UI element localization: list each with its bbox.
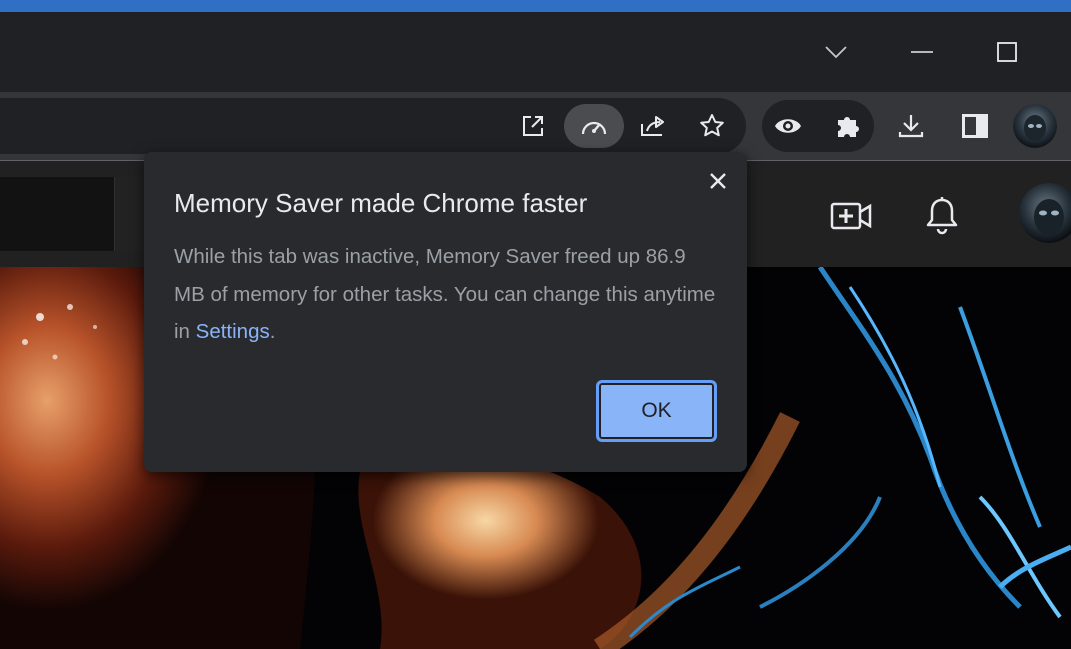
extensions-button[interactable] bbox=[826, 104, 870, 148]
side-panel-button[interactable] bbox=[953, 104, 997, 148]
open-in-new-icon bbox=[523, 116, 543, 136]
minimize-icon bbox=[911, 51, 933, 53]
extensions-pill bbox=[762, 100, 874, 152]
title-bar bbox=[0, 12, 1071, 92]
address-bar[interactable] bbox=[0, 98, 746, 154]
video-add-icon bbox=[830, 202, 872, 230]
eye-icon bbox=[775, 119, 801, 133]
tab-search-button[interactable] bbox=[808, 24, 864, 80]
dialog-title: Memory Saver made Chrome faster bbox=[174, 188, 588, 218]
notifications-button[interactable] bbox=[917, 191, 967, 241]
dialog-message: While this tab was inactive, Memory Save… bbox=[174, 238, 719, 351]
open-in-new-button[interactable] bbox=[511, 104, 555, 148]
downloads-button[interactable] bbox=[889, 104, 933, 148]
eye-extension-button[interactable] bbox=[766, 104, 810, 148]
maximize-icon bbox=[997, 42, 1017, 62]
dialog-message-end: . bbox=[269, 320, 276, 343]
settings-link[interactable]: Settings bbox=[196, 320, 270, 343]
bookmark-button[interactable] bbox=[690, 104, 734, 148]
extensions-puzzle-icon bbox=[838, 117, 859, 137]
chevron-down-icon bbox=[825, 46, 847, 59]
dialog-close-button[interactable] bbox=[703, 166, 733, 196]
create-video-button[interactable] bbox=[826, 191, 876, 241]
browser-toolbar bbox=[0, 92, 1071, 160]
bookmark-star-icon bbox=[700, 114, 724, 137]
share-icon bbox=[641, 116, 664, 136]
user-avatar-icon bbox=[1019, 183, 1071, 243]
bell-icon bbox=[926, 197, 958, 235]
memory-saver-icon bbox=[581, 121, 607, 135]
memory-saver-button[interactable] bbox=[564, 104, 624, 148]
minimize-button[interactable] bbox=[894, 24, 950, 80]
side-panel-icon bbox=[962, 114, 988, 138]
account-avatar[interactable] bbox=[1019, 183, 1071, 243]
close-icon bbox=[710, 173, 726, 189]
profile-button[interactable] bbox=[1013, 104, 1057, 148]
download-icon bbox=[898, 115, 924, 138]
ok-button[interactable]: OK bbox=[596, 380, 717, 442]
share-button[interactable] bbox=[631, 104, 675, 148]
search-input[interactable] bbox=[0, 177, 115, 251]
maximize-button[interactable] bbox=[979, 24, 1035, 80]
profile-avatar bbox=[1013, 104, 1057, 148]
window-accent-strip bbox=[0, 0, 1071, 12]
memory-saver-dialog: Memory Saver made Chrome faster While th… bbox=[144, 152, 747, 472]
